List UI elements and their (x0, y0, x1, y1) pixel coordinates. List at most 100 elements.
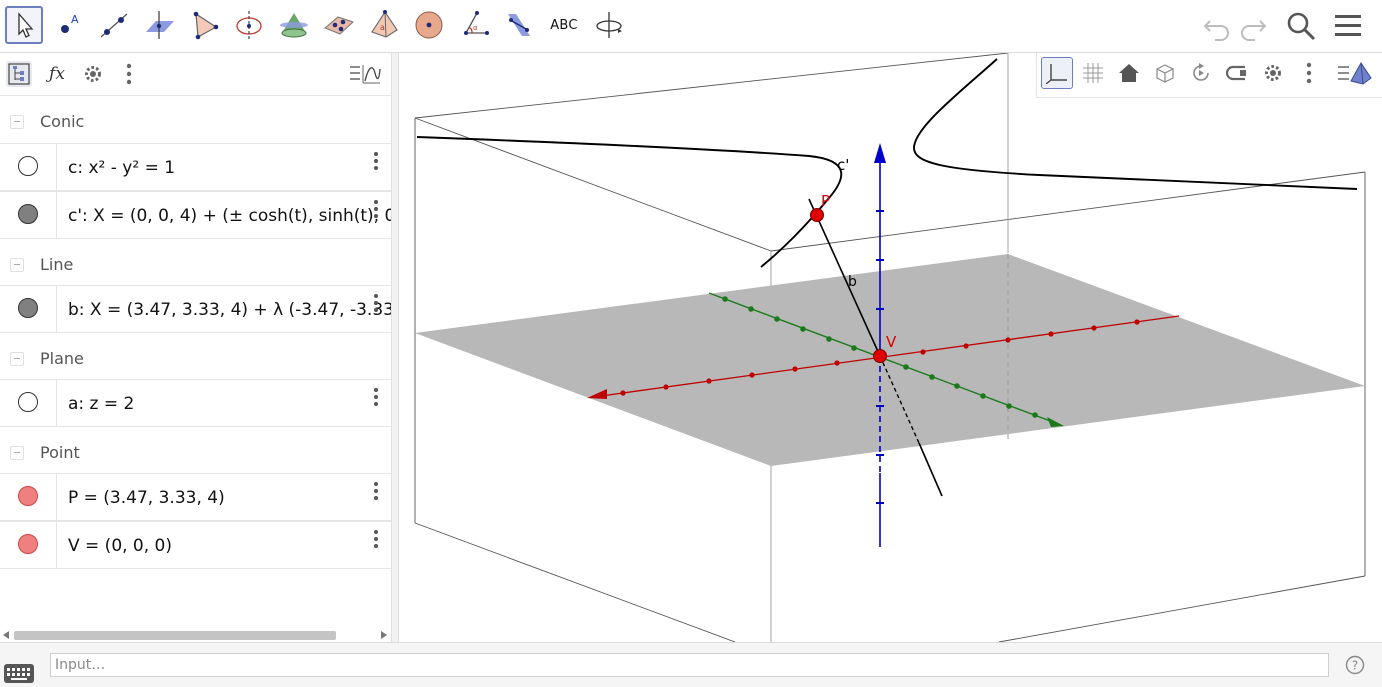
label-V: V (886, 333, 897, 351)
scroll-right-icon[interactable] (381, 631, 387, 639)
intersect-surfaces-tool[interactable] (275, 6, 313, 44)
sort-button[interactable] (6, 61, 32, 87)
box-button[interactable] (1149, 57, 1181, 89)
perpendicular-line-icon (146, 11, 174, 39)
algebra-more-button[interactable] (116, 61, 142, 87)
item-menu-button[interactable] (370, 150, 382, 174)
view-direction-button[interactable] (1221, 57, 1253, 89)
algebra-item-c-prime[interactable]: c': X = (0, 0, 4) + (± cosh(t), sinh(t),… (0, 191, 391, 239)
standard-view-button[interactable] (1113, 57, 1145, 89)
scroll-left-icon[interactable] (3, 631, 9, 639)
reflect-plane-icon (508, 14, 530, 36)
algebra-item-text[interactable]: a: z = 2 (68, 394, 134, 414)
gear-icon (85, 66, 101, 82)
visibility-toggle[interactable] (18, 298, 38, 318)
item-menu-button[interactable] (370, 292, 382, 316)
visibility-toggle[interactable] (18, 486, 38, 506)
keyboard-icon[interactable] (4, 661, 34, 683)
fx-icon: ƒx (49, 64, 65, 84)
scroll-thumb[interactable] (14, 631, 336, 640)
search-icon[interactable] (1285, 10, 1317, 42)
algebra-item-a[interactable]: a: z = 2 (0, 379, 391, 427)
item-menu-button[interactable] (370, 480, 382, 504)
angle-icon: α (464, 11, 489, 35)
help-icon[interactable]: ? (1345, 655, 1365, 675)
point-tool[interactable]: A (50, 6, 88, 44)
group-point[interactable]: Point (0, 431, 391, 475)
toggle-grid-button[interactable] (1077, 57, 1109, 89)
polygon-icon (193, 11, 219, 40)
polygon-tool[interactable] (185, 6, 223, 44)
algebra-settings-button[interactable] (80, 61, 106, 87)
algebra-item-b[interactable]: b: X = (3.47, 3.33, 4) + λ (-3.47, -3.33… (0, 285, 391, 333)
visibility-toggle[interactable] (18, 156, 38, 176)
group-line[interactable]: Line (0, 243, 391, 287)
view-more-button[interactable] (1293, 57, 1325, 89)
collapse-toggle[interactable] (10, 258, 24, 272)
scene-canvas[interactable]: c' b P V (399, 53, 1382, 642)
group-plane[interactable]: Plane (0, 337, 391, 381)
collapse-toggle[interactable] (10, 446, 24, 460)
plane-a[interactable] (415, 254, 1365, 466)
visibility-toggle[interactable] (18, 392, 38, 412)
toggle-axes-button[interactable] (1041, 57, 1073, 89)
z-axis-arrow (874, 143, 886, 163)
text-tool[interactable]: ABC (545, 6, 583, 44)
rotate-view-tool[interactable] (590, 6, 628, 44)
group-label: Conic (40, 112, 85, 131)
home-icon (1119, 64, 1139, 82)
plane-through-points-tool[interactable] (320, 6, 358, 44)
rotate-button[interactable] (1185, 57, 1217, 89)
label-c-prime: c' (837, 156, 849, 174)
line-tool[interactable] (95, 6, 133, 44)
redo-icon[interactable] (1237, 10, 1269, 42)
pyramid-view-icon (1338, 62, 1372, 85)
move-tool[interactable] (5, 6, 43, 44)
grid-icon (1083, 63, 1103, 83)
algebra-item-text[interactable]: c': X = (0, 0, 4) + (± cosh(t), sinh(t),… (68, 206, 391, 226)
style-bar-toggle-button[interactable] (1335, 57, 1375, 89)
algebra-item-V[interactable]: V = (0, 0, 0) (0, 521, 391, 569)
menu-icon[interactable] (1332, 10, 1364, 42)
view-settings-button[interactable] (1257, 57, 1289, 89)
circle-axis-tool[interactable] (230, 6, 268, 44)
reflect-tool[interactable] (500, 6, 538, 44)
algebra-item-text[interactable]: V = (0, 0, 0) (68, 536, 172, 556)
group-label: Point (40, 443, 80, 462)
group-conic[interactable]: Conic (0, 100, 391, 144)
panel-splitter[interactable] (391, 53, 399, 642)
horizontal-scrollbar[interactable] (0, 628, 391, 642)
algebra-item-c[interactable]: c: x² - y² = 1 (0, 143, 391, 191)
undo-icon[interactable] (1201, 10, 1233, 42)
visibility-toggle[interactable] (18, 204, 38, 224)
visibility-toggle[interactable] (18, 534, 38, 554)
graphics-3d-view[interactable]: c' b P V (399, 53, 1382, 642)
perpendicular-line-tool[interactable] (140, 6, 178, 44)
pyramid-tool[interactable]: a (365, 6, 403, 44)
item-menu-button[interactable] (370, 528, 382, 552)
sphere-icon (415, 11, 443, 39)
algebra-item-text[interactable]: b: X = (3.47, 3.33, 4) + λ (-3.47, -3.33… (68, 300, 391, 320)
angle-tool[interactable]: α (455, 6, 493, 44)
pyramid-icon: a (371, 10, 398, 38)
tree-sort-icon (8, 63, 30, 85)
algebra-view: ƒx Conic c: x² - y² = 1 c': X = (0, 0, 4… (0, 53, 391, 642)
plane-points-icon (324, 16, 354, 35)
group-label: Line (40, 255, 74, 274)
algebra-item-P[interactable]: P = (3.47, 3.33, 4) (0, 473, 391, 521)
item-menu-button[interactable] (370, 386, 382, 410)
algebra-item-text[interactable]: P = (3.47, 3.33, 4) (68, 488, 225, 508)
collapse-toggle[interactable] (10, 352, 24, 366)
collapse-toggle[interactable] (10, 115, 24, 129)
item-menu-button[interactable] (370, 198, 382, 222)
point-V[interactable] (873, 349, 887, 363)
algebra-input-field[interactable] (50, 653, 1329, 677)
algebra-description-button[interactable]: ƒx (44, 61, 70, 87)
point-P[interactable] (810, 208, 824, 222)
label-P: P (821, 192, 830, 210)
svg-text:?: ? (1352, 659, 1358, 673)
algebra-item-text[interactable]: c: x² - y² = 1 (68, 158, 175, 178)
sphere-tool[interactable] (410, 6, 448, 44)
group-label: Plane (40, 349, 84, 368)
toggle-view-button[interactable] (348, 61, 382, 87)
